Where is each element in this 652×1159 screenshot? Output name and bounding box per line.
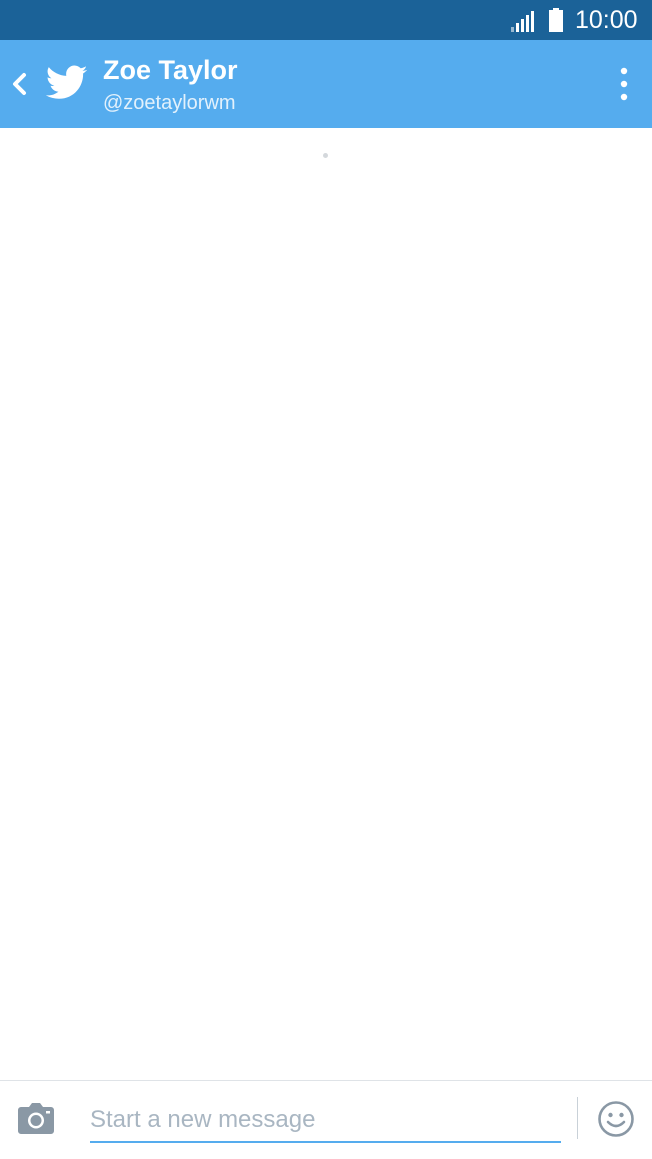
camera-icon[interactable] bbox=[16, 1101, 56, 1137]
message-input[interactable] bbox=[90, 1099, 561, 1143]
status-bar: 10:00 bbox=[0, 0, 652, 40]
loading-indicator bbox=[323, 153, 328, 158]
compose-bar bbox=[0, 1080, 652, 1159]
message-list[interactable] bbox=[0, 128, 652, 1080]
chevron-left-icon[interactable] bbox=[4, 62, 34, 106]
conversation-title: Zoe Taylor bbox=[103, 55, 238, 85]
direct-message-screen: 10:00 Zoe Taylor @zoetaylorwm bbox=[0, 0, 652, 1159]
conversation-header: Zoe Taylor @zoetaylorwm bbox=[0, 40, 652, 128]
smiley-icon[interactable] bbox=[597, 1100, 635, 1138]
conversation-handle: @zoetaylorwm bbox=[103, 92, 236, 114]
twitter-bird-icon bbox=[46, 65, 88, 99]
status-time: 10:00 bbox=[575, 6, 638, 34]
cellular-signal-icon bbox=[511, 11, 534, 32]
compose-divider bbox=[577, 1097, 578, 1139]
battery-icon bbox=[549, 8, 563, 32]
more-vertical-icon[interactable] bbox=[604, 62, 644, 106]
